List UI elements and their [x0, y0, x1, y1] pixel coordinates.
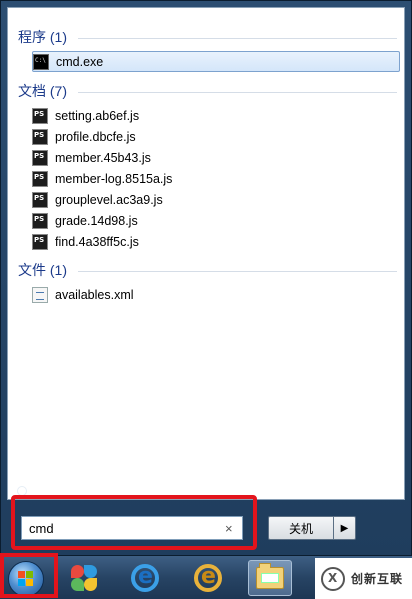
result-item-xml[interactable]: availables.xml: [26, 284, 396, 305]
result-label: member-log.8515a.js: [55, 171, 173, 186]
shutdown-button[interactable]: 关机: [268, 516, 334, 540]
section-files: 文件 (1): [18, 260, 403, 280]
section-divider: [78, 271, 397, 272]
cmd-icon: [33, 53, 49, 70]
xml-file-icon: [32, 286, 48, 303]
js-file-icon: [32, 107, 48, 124]
shutdown-options-arrow-icon[interactable]: ▶: [334, 516, 356, 540]
section-divider: [78, 92, 397, 93]
taskbar-app-pinwheel[interactable]: [66, 560, 102, 596]
result-item-cmd[interactable]: cmd.exe: [32, 51, 400, 72]
result-label: grade.14d98.js: [55, 213, 138, 228]
js-file-icon: [32, 233, 48, 250]
section-programs: 程序 (1): [18, 27, 403, 47]
start-menu: 程序 (1) cmd.exe 文档 (7) setting.ab6ef.js p…: [0, 0, 412, 556]
search-results-panel: 程序 (1) cmd.exe 文档 (7) setting.ab6ef.js p…: [7, 7, 405, 500]
result-label: availables.xml: [55, 287, 134, 302]
internet-explorer-icon: [131, 564, 159, 592]
result-item[interactable]: member.45b43.js: [26, 147, 396, 168]
result-label: grouplevel.ac3a9.js: [55, 192, 163, 207]
result-item[interactable]: grade.14d98.js: [26, 210, 396, 231]
pinwheel-app-icon: [70, 564, 98, 592]
result-label: find.4a38ff5c.js: [55, 234, 139, 249]
result-label: member.45b43.js: [55, 150, 151, 165]
section-documents: 文档 (7): [18, 81, 403, 101]
js-file-icon: [32, 170, 48, 187]
taskbar-app-explorer[interactable]: [248, 560, 292, 596]
js-file-icon: [32, 149, 48, 166]
watermark: 创新互联: [315, 558, 412, 599]
result-label: setting.ab6ef.js: [55, 108, 140, 123]
result-item[interactable]: grouplevel.ac3a9.js: [26, 189, 396, 210]
result-label: cmd.exe: [56, 54, 104, 69]
js-file-icon: [32, 212, 48, 229]
result-item[interactable]: member-log.8515a.js: [26, 168, 396, 189]
js-file-icon: [32, 128, 48, 145]
taskbar-app-browser[interactable]: [190, 560, 226, 596]
search-icon: [17, 485, 27, 496]
result-item[interactable]: setting.ab6ef.js: [26, 105, 396, 126]
section-title: 文件 (1): [18, 262, 67, 278]
result-item[interactable]: profile.dbcfe.js: [26, 126, 396, 147]
browser-icon: [194, 564, 222, 592]
folder-icon: [256, 563, 284, 589]
section-divider: [78, 38, 397, 39]
result-label: profile.dbcfe.js: [55, 129, 136, 144]
taskbar-app-ie[interactable]: [127, 560, 163, 596]
section-title: 文档 (7): [18, 83, 67, 99]
section-title: 程序 (1): [18, 29, 67, 45]
shutdown-control: 关机 ▶: [268, 516, 358, 540]
result-item[interactable]: find.4a38ff5c.js: [26, 231, 396, 252]
search-highlight-annotation: [11, 495, 257, 550]
watermark-text: 创新互联: [351, 572, 404, 586]
watermark-logo-icon: [321, 566, 345, 591]
js-file-icon: [32, 191, 48, 208]
start-highlight-annotation: [0, 553, 58, 598]
